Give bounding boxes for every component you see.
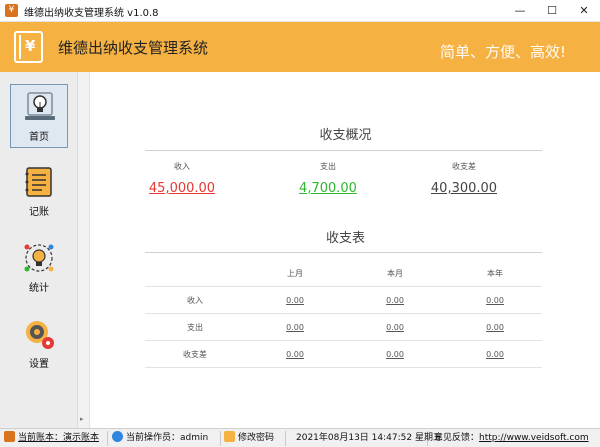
system-name: 维德出纳收支管理系统 <box>58 39 209 57</box>
table-header-cell: 上月 <box>287 269 303 278</box>
table-cell[interactable]: 0.00 <box>345 287 445 314</box>
stat-value[interactable]: 4,700.00 <box>273 181 383 196</box>
bulb-cycle-icon <box>24 244 54 272</box>
status-datetime: 2021年08月13日 14:47:52 星期五 <box>296 431 442 446</box>
table-header-cell: 本月 <box>387 269 403 278</box>
window-title: 维德出纳收支管理系统 v1.0.8 <box>24 8 159 19</box>
table-header-cell <box>145 260 245 287</box>
ledger-logo-icon: ¥ <box>14 31 43 63</box>
stat-caption: 收支差 <box>452 162 476 171</box>
divider <box>145 252 542 253</box>
gear-icon <box>26 321 54 349</box>
scroll-arrow-icon[interactable]: ▸ <box>80 415 84 423</box>
status-account: 当前账本：演示账本 <box>4 431 108 446</box>
edit-icon <box>224 431 235 442</box>
table-header-cell: 本年 <box>487 269 503 278</box>
website-link[interactable]: http://www.veidsoft.com <box>479 433 589 443</box>
main-content: 收支概况 收入 45,000.00 支出 4,700.00 收支差 40,300… <box>91 72 600 428</box>
status-operator: 当前操作员：admin <box>112 431 221 446</box>
sidebar-item-settings[interactable]: 设置 <box>10 312 68 376</box>
table-cell[interactable]: 0.00 <box>245 341 345 368</box>
stat-caption: 支出 <box>320 162 336 171</box>
table-cell[interactable]: 0.00 <box>345 341 445 368</box>
app-icon: ¥ <box>5 4 18 17</box>
sidebar-item-label: 记账 <box>29 207 49 218</box>
sidebar-item-home[interactable]: 首页 <box>10 84 68 148</box>
stat-income: 收入 45,000.00 <box>127 161 237 196</box>
sidebar-item-label: 设置 <box>29 359 49 370</box>
sidebar-item-label: 统计 <box>29 283 49 294</box>
table-cell[interactable]: 0.00 <box>445 341 545 368</box>
stat-value[interactable]: 40,300.00 <box>409 181 519 196</box>
table-header-row: 上月 本月 本年 <box>145 260 542 287</box>
notebook-icon <box>25 167 52 197</box>
sidebar-item-statistics[interactable]: 统计 <box>10 236 68 300</box>
table-cell[interactable]: 0.00 <box>445 314 545 341</box>
sidebar: 首页 记账 统计 设置 <box>0 72 78 428</box>
overview-title: 收支概况 <box>319 128 372 143</box>
status-bar: 当前账本：演示账本 当前操作员：admin 修改密码 2021年08月13日 1… <box>0 428 600 447</box>
row-label: 支出 <box>187 323 203 332</box>
ledger-icon <box>4 431 15 442</box>
table-cell[interactable]: 0.00 <box>245 287 345 314</box>
stat-balance: 收支差 40,300.00 <box>409 161 519 196</box>
sidebar-item-bookkeeping[interactable]: 记账 <box>10 160 68 224</box>
table-cell[interactable]: 0.00 <box>245 314 345 341</box>
table-row: 收支差 0.00 0.00 0.00 <box>145 341 542 368</box>
maximize-button[interactable]: ☐ <box>536 0 568 22</box>
divider <box>145 150 542 151</box>
table-cell[interactable]: 0.00 <box>345 314 445 341</box>
stat-caption: 收入 <box>174 162 190 171</box>
table-row: 支出 0.00 0.00 0.00 <box>145 314 542 341</box>
window-title-bar: ¥ 维德出纳收支管理系统 v1.0.8 — ☐ ✕ <box>0 0 600 22</box>
stat-expense: 支出 4,700.00 <box>273 161 383 196</box>
sidebar-scroll-strip[interactable]: ▸ <box>78 72 90 428</box>
header-banner: ¥ 维德出纳收支管理系统 简单、方便、高效! <box>0 22 600 72</box>
slogan: 简单、方便、高效! <box>440 43 567 61</box>
sidebar-item-label: 首页 <box>29 132 49 143</box>
user-icon <box>112 431 123 442</box>
minimize-button[interactable]: — <box>504 0 536 22</box>
status-feedback: 意见反馈：http://www.veidsoft.com <box>434 433 589 443</box>
change-password-link[interactable]: 修改密码 <box>224 431 286 446</box>
lightbulb-icon <box>25 92 55 120</box>
stat-value[interactable]: 45,000.00 <box>127 181 237 196</box>
row-label: 收入 <box>187 296 203 305</box>
close-button[interactable]: ✕ <box>568 0 600 22</box>
table-cell[interactable]: 0.00 <box>445 287 545 314</box>
table-title: 收支表 <box>325 231 365 246</box>
row-label: 收支差 <box>183 350 207 359</box>
table-row: 收入 0.00 0.00 0.00 <box>145 287 542 314</box>
